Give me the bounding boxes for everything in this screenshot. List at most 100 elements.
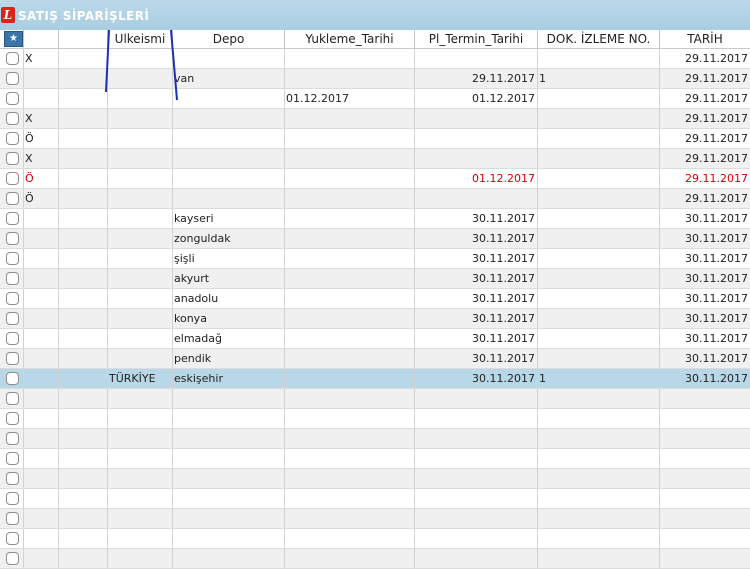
cell-yukleme[interactable] — [285, 429, 415, 448]
cell-tarih[interactable]: 30.11.2017 — [660, 369, 750, 388]
table-row[interactable]: konya 30.11.2017 30.11.2017 — [0, 309, 750, 329]
cell-col1[interactable] — [24, 389, 59, 408]
cell-ulke[interactable] — [108, 389, 173, 408]
row-select-radio[interactable] — [6, 372, 19, 385]
table-row[interactable]: Ö 01.12.2017 29.11.2017 — [0, 169, 750, 189]
cell-yukleme[interactable] — [285, 109, 415, 128]
cell-col2[interactable] — [59, 209, 108, 228]
cell-termin[interactable] — [415, 529, 538, 548]
cell-termin[interactable]: 30.11.2017 — [415, 289, 538, 308]
cell-dok[interactable] — [538, 309, 660, 328]
cell-yukleme[interactable] — [285, 249, 415, 268]
cell-col1[interactable] — [24, 449, 59, 468]
cell-ulke[interactable] — [108, 229, 173, 248]
cell-col2[interactable] — [59, 289, 108, 308]
cell-termin[interactable] — [415, 409, 538, 428]
cell-col1[interactable] — [24, 329, 59, 348]
cell-tarih[interactable]: 29.11.2017 — [660, 129, 750, 148]
row-select-radio[interactable] — [6, 552, 19, 565]
cell-col2[interactable] — [59, 149, 108, 168]
cell-yukleme[interactable] — [285, 369, 415, 388]
row-select-radio[interactable] — [6, 392, 19, 405]
cell-col2[interactable] — [59, 329, 108, 348]
cell-col1[interactable] — [24, 469, 59, 488]
cell-termin[interactable]: 30.11.2017 — [415, 349, 538, 368]
row-select-radio[interactable] — [6, 152, 19, 165]
cell-depo[interactable] — [173, 389, 285, 408]
row-select-radio[interactable] — [6, 52, 19, 65]
cell-tarih[interactable]: 29.11.2017 — [660, 89, 750, 108]
cell-dok[interactable] — [538, 209, 660, 228]
cell-termin[interactable] — [415, 149, 538, 168]
cell-termin[interactable] — [415, 189, 538, 208]
cell-yukleme[interactable] — [285, 309, 415, 328]
table-row[interactable]: X 29.11.2017 — [0, 149, 750, 169]
cell-col1[interactable] — [24, 309, 59, 328]
cell-termin[interactable] — [415, 389, 538, 408]
cell-col2[interactable] — [59, 109, 108, 128]
row-select-radio[interactable] — [6, 532, 19, 545]
cell-ulke[interactable] — [108, 329, 173, 348]
cell-col1[interactable]: Ö — [24, 129, 59, 148]
cell-ulke[interactable] — [108, 489, 173, 508]
row-select-cell[interactable] — [0, 289, 24, 308]
cell-ulke[interactable] — [108, 429, 173, 448]
cell-col1[interactable]: X — [24, 109, 59, 128]
cell-dok[interactable] — [538, 409, 660, 428]
cell-yukleme[interactable] — [285, 329, 415, 348]
row-select-cell[interactable] — [0, 49, 24, 68]
cell-termin[interactable] — [415, 49, 538, 68]
cell-col1[interactable]: Ö — [24, 189, 59, 208]
cell-depo[interactable] — [173, 469, 285, 488]
cell-depo[interactable]: pendik — [173, 349, 285, 368]
cell-dok[interactable] — [538, 169, 660, 188]
cell-dok[interactable] — [538, 329, 660, 348]
table-row[interactable]: kayseri 30.11.2017 30.11.2017 — [0, 209, 750, 229]
column-header-depo[interactable]: Depo — [173, 30, 285, 48]
cell-depo[interactable] — [173, 409, 285, 428]
cell-ulke[interactable] — [108, 349, 173, 368]
cell-termin[interactable] — [415, 449, 538, 468]
cell-col1[interactable]: X — [24, 49, 59, 68]
cell-ulke[interactable] — [108, 309, 173, 328]
cell-col1[interactable] — [24, 229, 59, 248]
cell-depo[interactable]: elmadağ — [173, 329, 285, 348]
row-select-radio[interactable] — [6, 352, 19, 365]
cell-tarih[interactable]: 29.11.2017 — [660, 169, 750, 188]
cell-tarih[interactable] — [660, 529, 750, 548]
cell-termin[interactable]: 01.12.2017 — [415, 89, 538, 108]
cell-depo[interactable] — [173, 149, 285, 168]
row-select-cell[interactable] — [0, 509, 24, 528]
row-select-cell[interactable] — [0, 149, 24, 168]
cell-col2[interactable] — [59, 349, 108, 368]
cell-col2[interactable] — [59, 489, 108, 508]
cell-yukleme[interactable] — [285, 189, 415, 208]
cell-col2[interactable] — [59, 69, 108, 88]
cell-tarih[interactable]: 30.11.2017 — [660, 349, 750, 368]
cell-termin[interactable] — [415, 129, 538, 148]
cell-tarih[interactable]: 30.11.2017 — [660, 209, 750, 228]
cell-depo[interactable] — [173, 49, 285, 68]
cell-tarih[interactable] — [660, 469, 750, 488]
cell-dok[interactable] — [538, 129, 660, 148]
table-row[interactable] — [0, 429, 750, 449]
cell-depo[interactable]: zonguldak — [173, 229, 285, 248]
row-select-radio[interactable] — [6, 492, 19, 505]
row-select-cell[interactable] — [0, 489, 24, 508]
row-select-cell[interactable] — [0, 249, 24, 268]
cell-dok[interactable] — [538, 489, 660, 508]
cell-yukleme[interactable] — [285, 349, 415, 368]
cell-termin[interactable] — [415, 509, 538, 528]
cell-col1[interactable] — [24, 429, 59, 448]
cell-col1[interactable] — [24, 209, 59, 228]
row-select-cell[interactable] — [0, 369, 24, 388]
row-select-radio[interactable] — [6, 472, 19, 485]
cell-dok[interactable] — [538, 389, 660, 408]
row-select-radio[interactable] — [6, 512, 19, 525]
cell-depo[interactable] — [173, 489, 285, 508]
cell-col2[interactable] — [59, 269, 108, 288]
cell-depo[interactable] — [173, 429, 285, 448]
row-select-radio[interactable] — [6, 232, 19, 245]
cell-yukleme[interactable] — [285, 469, 415, 488]
cell-yukleme[interactable] — [285, 129, 415, 148]
